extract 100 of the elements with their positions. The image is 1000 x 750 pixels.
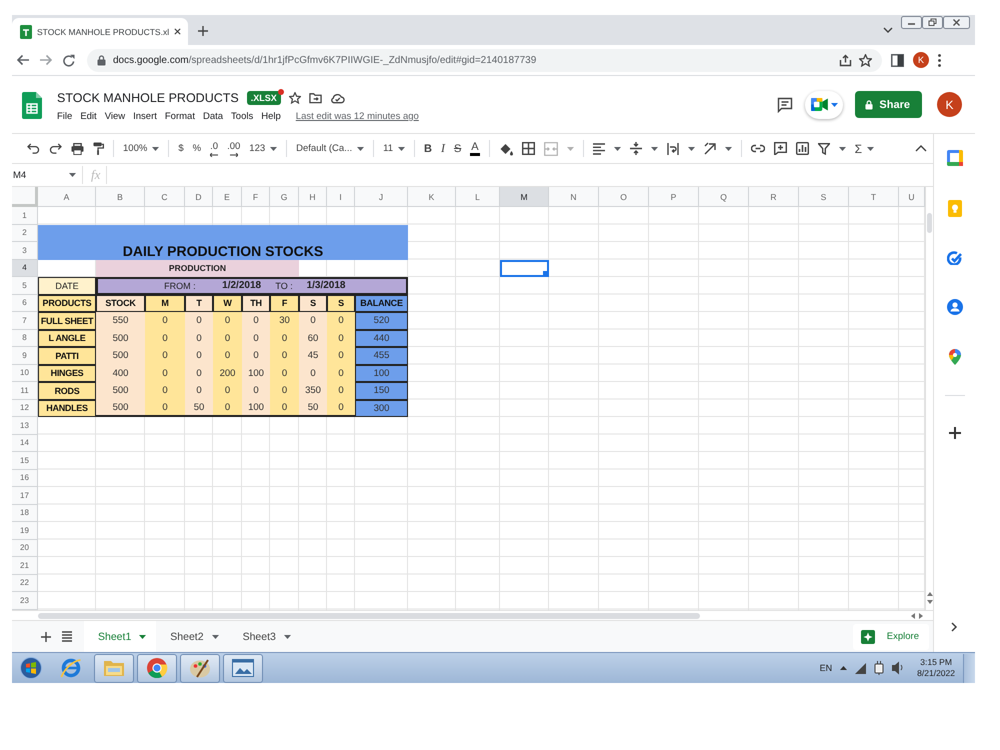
zoom-dropdown[interactable]: 100%	[123, 143, 160, 154]
restore-icon[interactable]	[922, 16, 943, 29]
menu-item[interactable]: Tools	[231, 111, 254, 122]
taskbar-app-button[interactable]	[94, 654, 134, 682]
column-header[interactable]: A	[38, 187, 96, 207]
vertical-align-icon[interactable]	[630, 142, 642, 155]
row-header[interactable]: 20	[12, 540, 38, 557]
row-header[interactable]: 15	[12, 452, 38, 470]
row-header[interactable]: 21	[12, 557, 38, 574]
menu-item[interactable]: Edit	[80, 111, 97, 122]
strikethrough-button[interactable]: S	[454, 142, 462, 154]
menu-item[interactable]: File	[57, 111, 72, 122]
column-header[interactable]: H	[299, 187, 327, 207]
caret-icon[interactable]	[357, 146, 364, 150]
caret-icon[interactable]	[69, 173, 76, 177]
row-header[interactable]: 1	[12, 207, 38, 224]
column-header[interactable]: C	[145, 187, 185, 207]
print-icon[interactable]	[71, 142, 84, 154]
bold-button[interactable]: B	[424, 142, 432, 154]
column-header[interactable]: D	[185, 187, 213, 207]
last-edit-link[interactable]: Last edit was 12 minutes ago	[296, 111, 419, 122]
paint-roller-icon[interactable]	[93, 142, 104, 155]
column-header[interactable]: P	[649, 187, 699, 207]
caret-icon[interactable]	[398, 146, 405, 150]
scrollbar-thumb[interactable]	[927, 213, 932, 233]
align-left-icon[interactable]	[592, 142, 605, 154]
column-header[interactable]: Q	[699, 187, 749, 207]
close-icon[interactable]	[943, 16, 970, 29]
name-box-field[interactable]: M4	[12, 165, 82, 185]
list-icon[interactable]	[62, 631, 72, 642]
font-dropdown[interactable]: Default (Ca...	[296, 143, 364, 154]
column-header[interactable]: N	[549, 187, 599, 207]
caret-icon[interactable]	[688, 146, 695, 150]
calendar-icon[interactable]	[946, 150, 962, 166]
percent-button[interactable]: %	[192, 143, 202, 154]
caret-icon[interactable]	[830, 102, 838, 106]
sheet-tab[interactable]: Sheet2	[156, 620, 229, 652]
column-header[interactable]: K	[408, 187, 456, 207]
plug-icon[interactable]	[874, 661, 884, 675]
row-header[interactable]: 17	[12, 487, 38, 504]
text-wrap-icon[interactable]	[666, 142, 679, 154]
redo-icon[interactable]	[49, 143, 62, 154]
link-icon[interactable]	[750, 143, 765, 154]
explore-button[interactable]: Explore	[852, 624, 929, 650]
column-header[interactable]: J	[355, 187, 408, 207]
row-header[interactable]: 9	[12, 347, 38, 364]
folder-icon[interactable]	[308, 92, 322, 104]
reload-icon[interactable]	[62, 54, 75, 66]
caret-icon[interactable]	[724, 146, 732, 150]
letter-e-icon[interactable]	[60, 657, 82, 679]
caret-icon[interactable]	[614, 146, 621, 150]
menu-item[interactable]: Insert	[133, 111, 157, 122]
triangle-up-icon[interactable]	[840, 666, 848, 670]
check-circle-icon[interactable]	[946, 251, 962, 265]
filter-icon[interactable]	[818, 142, 830, 154]
browser-tab[interactable]: STOCK MANHOLE PRODUCTS.xl	[12, 18, 188, 45]
row-header[interactable]: 23	[12, 592, 38, 610]
share-icon[interactable]	[839, 54, 852, 66]
account-avatar[interactable]: K	[937, 92, 962, 117]
chevron-up-icon[interactable]	[915, 145, 927, 152]
row-header[interactable]: 6	[12, 294, 38, 312]
caret-icon[interactable]	[838, 146, 846, 150]
taskbar-app-button[interactable]	[180, 654, 220, 682]
spreadsheet-logo-icon[interactable]	[22, 92, 42, 119]
row-header[interactable]: 7	[12, 312, 38, 330]
caret-icon[interactable]	[139, 634, 146, 638]
italic-button[interactable]: I	[440, 141, 445, 156]
sheet-tab[interactable]: Sheet1	[84, 620, 156, 652]
column-header[interactable]: B	[96, 187, 145, 207]
cloud-check-icon[interactable]	[330, 92, 345, 104]
sidebar-icon[interactable]	[891, 54, 904, 66]
plus-icon[interactable]	[948, 427, 960, 439]
address-bar[interactable]: docs.google.com/spreadsheets/d/1hr1jfPcGfmv6K7PIIWGIE-_ZdNmusjfo/edit#gid=2140187739	[87, 48, 882, 72]
speaker-icon[interactable]	[892, 661, 904, 675]
picture-window-icon[interactable]	[232, 657, 254, 679]
column-header[interactable]: U	[899, 187, 925, 207]
add-comment-icon[interactable]	[774, 142, 787, 155]
person-icon[interactable]	[946, 299, 962, 315]
caret-icon[interactable]	[270, 146, 278, 150]
font-size-dropdown[interactable]: 11	[383, 143, 405, 154]
row-header[interactable]: 8	[12, 330, 38, 347]
caret-icon[interactable]	[152, 146, 160, 150]
close-icon[interactable]	[174, 28, 182, 35]
row-header[interactable]: 18	[12, 504, 38, 522]
document-title[interactable]: STOCK MANHOLE PRODUCTS	[57, 91, 239, 105]
star-icon[interactable]	[859, 54, 872, 66]
scroll-arrows-icon[interactable]	[926, 592, 932, 604]
minimize-icon[interactable]	[901, 16, 922, 29]
map-pin-icon[interactable]	[948, 349, 960, 365]
column-header[interactable]: T	[849, 187, 899, 207]
column-header[interactable]: O	[599, 187, 649, 207]
signal-triangle-icon[interactable]	[855, 662, 866, 674]
menu-item[interactable]: Data	[202, 111, 224, 122]
caret-icon[interactable]	[650, 146, 658, 150]
dots-menu-icon[interactable]	[938, 54, 941, 66]
row-header[interactable]: 3	[12, 242, 38, 260]
star-icon[interactable]	[288, 92, 301, 104]
functions-dropdown[interactable]: Σ	[854, 142, 874, 156]
borders-icon[interactable]	[522, 142, 535, 155]
vertical-scrollbar[interactable]	[925, 187, 933, 610]
